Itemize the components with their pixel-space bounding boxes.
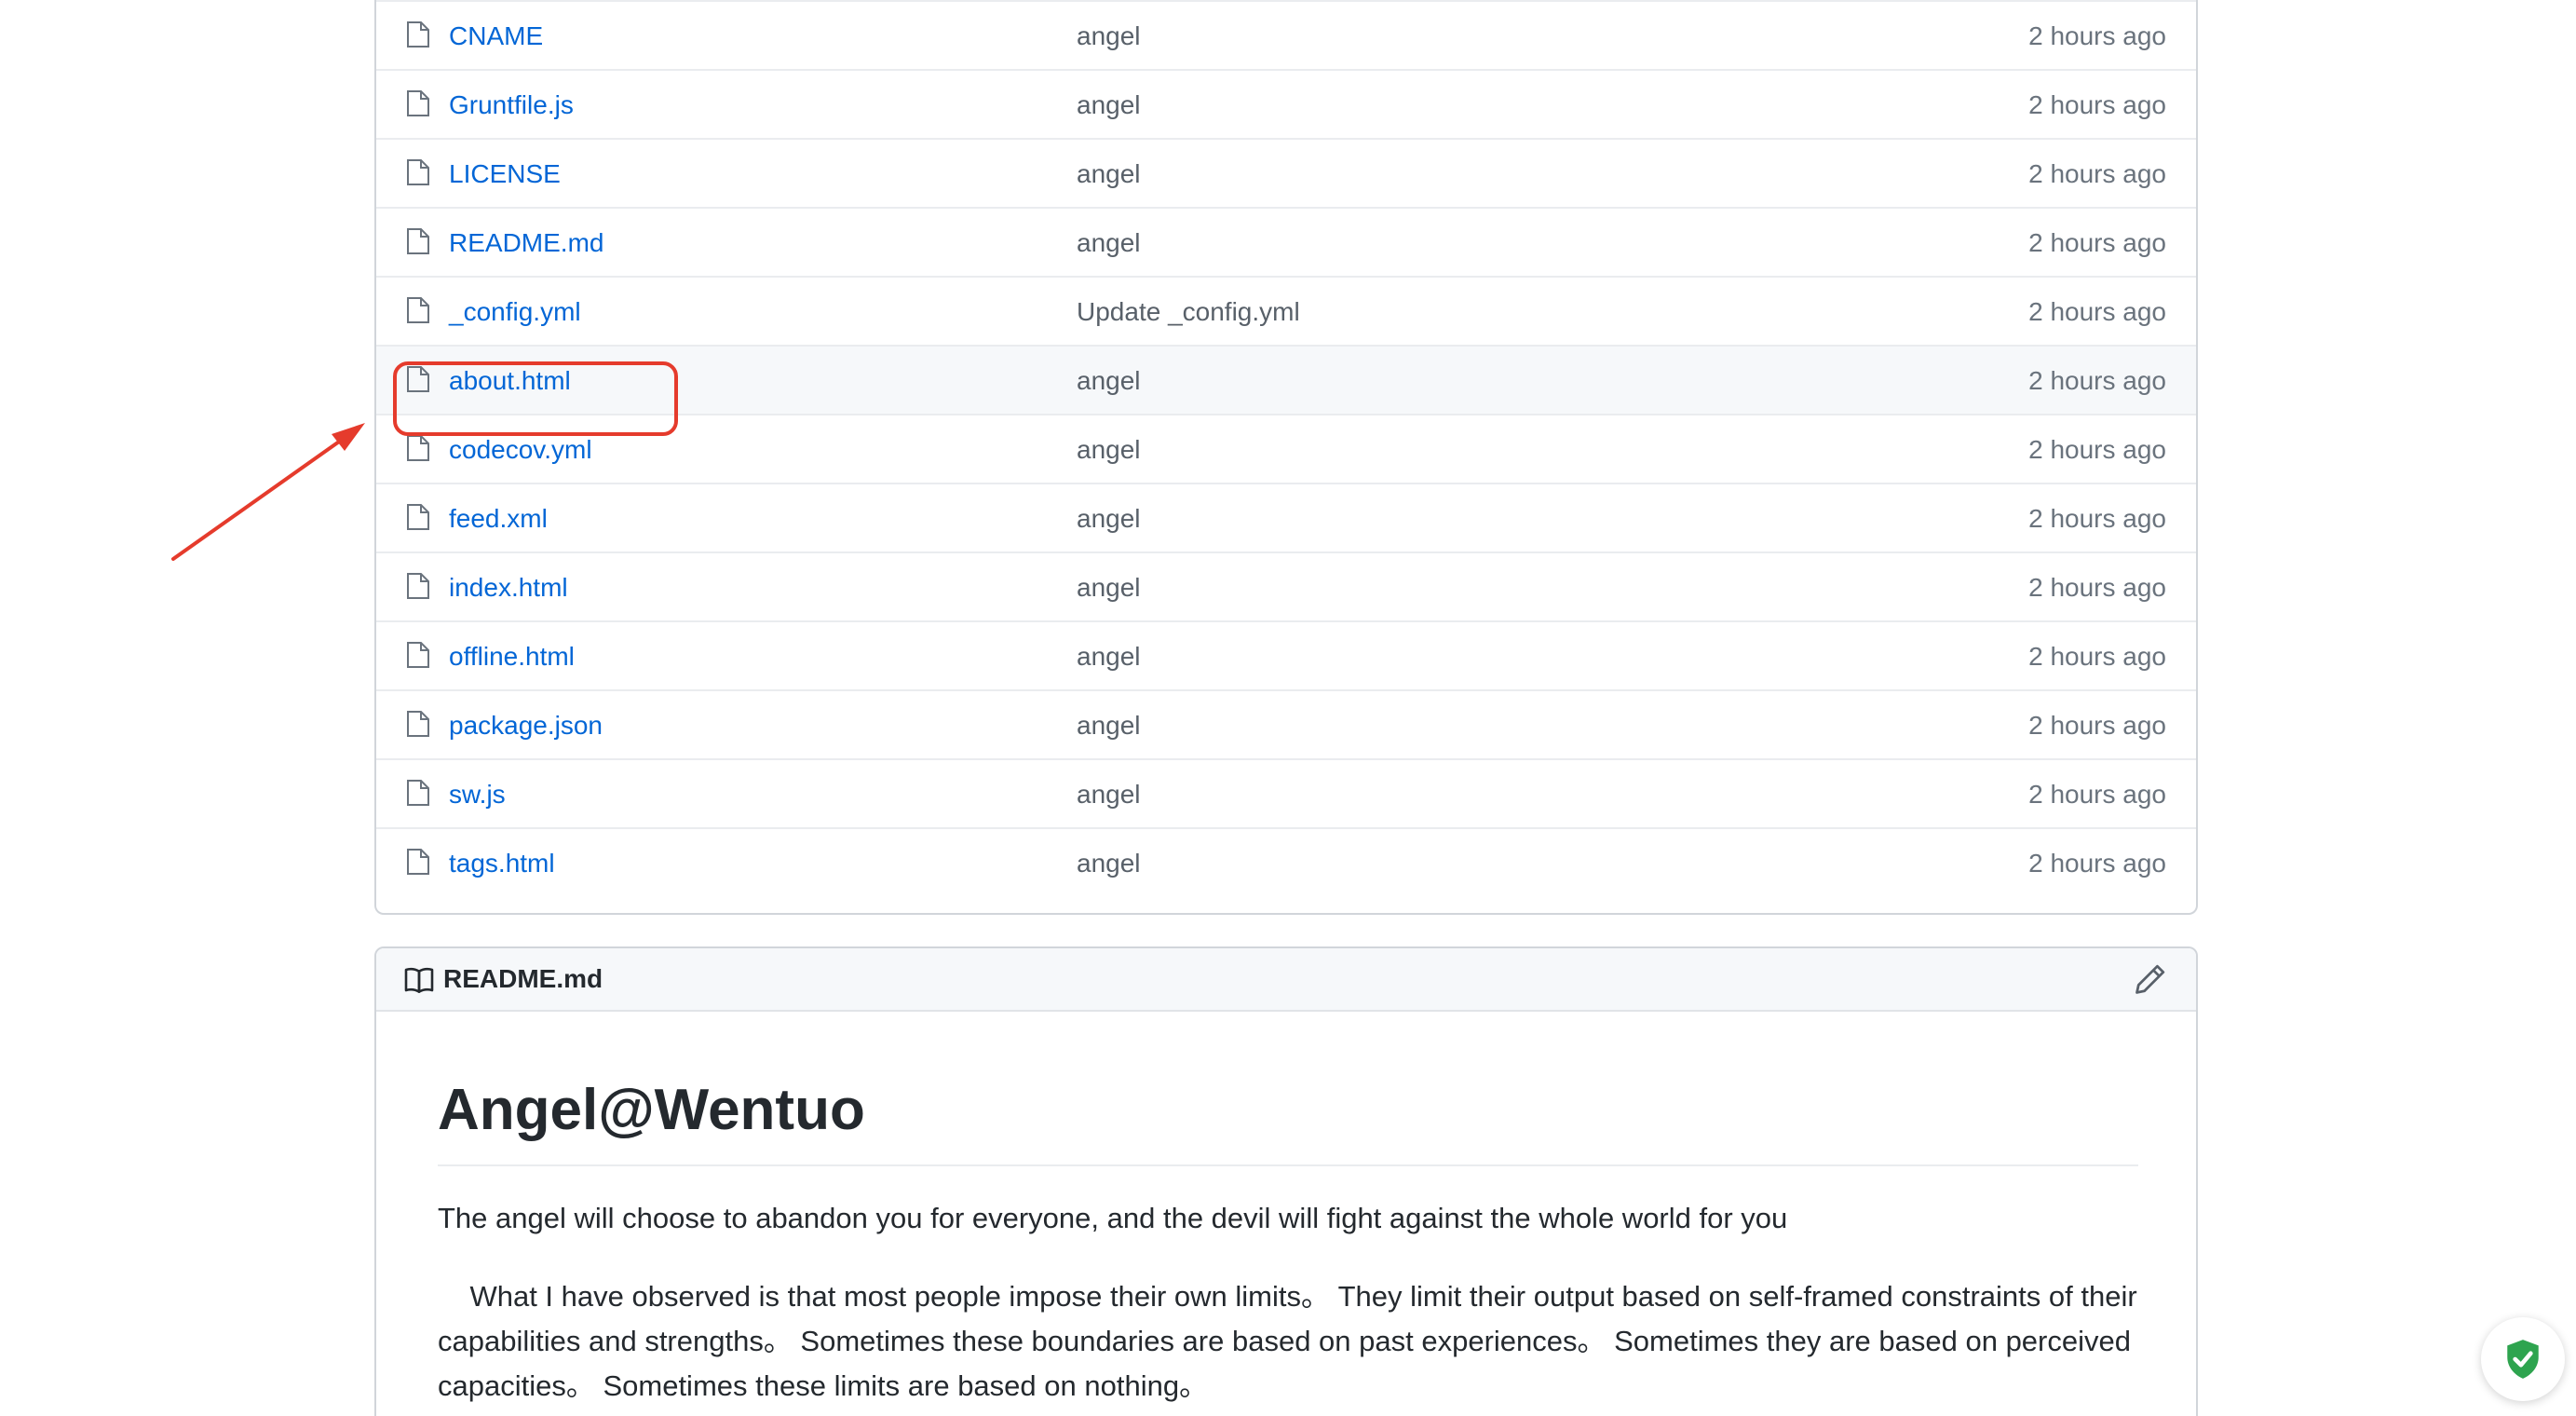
- file-name-link[interactable]: _config.yml: [449, 296, 581, 328]
- file-row-index[interactable]: index.html angel 2 hours ago: [376, 551, 2196, 620]
- file-name-link[interactable]: LICENSE: [449, 158, 561, 190]
- readme-heading: Angel@Wentuo: [438, 1078, 865, 1142]
- file-icon: [407, 90, 429, 116]
- commit-message-link[interactable]: angel: [1077, 365, 1141, 397]
- commit-age: 2 hours ago: [2028, 504, 2166, 533]
- commit-message-link[interactable]: angel: [1077, 641, 1141, 673]
- commit-age: 2 hours ago: [2028, 297, 2166, 326]
- commit-age: 2 hours ago: [2028, 21, 2166, 50]
- file-icon: [407, 297, 429, 323]
- file-icon: [407, 849, 429, 875]
- readme-paragraph: The angel will choose to abandon you for…: [438, 1202, 1788, 1234]
- file-row-feed[interactable]: feed.xml angel 2 hours ago: [376, 483, 2196, 551]
- file-icon: [407, 711, 429, 737]
- commit-message-link[interactable]: angel: [1077, 572, 1141, 604]
- file-icon: [407, 228, 429, 254]
- commit-message-link[interactable]: Update _config.yml: [1077, 296, 1300, 328]
- file-name-link[interactable]: README.md: [449, 227, 603, 259]
- commit-age: 2 hours ago: [2028, 711, 2166, 740]
- commit-age: 2 hours ago: [2028, 642, 2166, 671]
- file-name-link[interactable]: codecov.yml: [449, 434, 592, 466]
- file-icon: [407, 573, 429, 599]
- file-icon: [407, 642, 429, 668]
- commit-message-link[interactable]: angel: [1077, 20, 1141, 52]
- file-name-link[interactable]: Gruntfile.js: [449, 89, 574, 121]
- commit-message-link[interactable]: angel: [1077, 710, 1141, 742]
- shield-check-icon: [2507, 1340, 2539, 1379]
- commit-age: 2 hours ago: [2028, 849, 2166, 878]
- commit-message-link[interactable]: angel: [1077, 227, 1141, 259]
- file-name-link[interactable]: package.json: [449, 710, 603, 742]
- commit-age: 2 hours ago: [2028, 159, 2166, 188]
- file-list: CNAME angel 2 hours ago Gruntfile.js ang…: [374, 0, 2198, 915]
- file-name-link[interactable]: offline.html: [449, 641, 575, 673]
- commit-age: 2 hours ago: [2028, 90, 2166, 119]
- file-row-cname[interactable]: CNAME angel 2 hours ago: [376, 0, 2196, 69]
- file-icon: [407, 435, 429, 461]
- readme-header-title: README.md: [443, 964, 603, 993]
- commit-age: 2 hours ago: [2028, 366, 2166, 395]
- readme-panel: README.md Angel@Wentuo The angel will ch…: [374, 946, 2198, 1416]
- commit-message-link[interactable]: angel: [1077, 503, 1141, 535]
- file-row-readme[interactable]: README.md angel 2 hours ago: [376, 207, 2196, 276]
- file-name-link[interactable]: tags.html: [449, 848, 555, 879]
- commit-message-link[interactable]: angel: [1077, 848, 1141, 879]
- file-name-link[interactable]: sw.js: [449, 779, 506, 810]
- book-icon: [404, 967, 434, 993]
- commit-age: 2 hours ago: [2028, 573, 2166, 602]
- commit-message-link[interactable]: angel: [1077, 779, 1141, 810]
- commit-age: 2 hours ago: [2028, 228, 2166, 257]
- security-extension-button[interactable]: [2481, 1317, 2565, 1401]
- file-name-link[interactable]: index.html: [449, 572, 568, 604]
- file-icon: [407, 780, 429, 806]
- readme-header: README.md: [376, 948, 2196, 1012]
- commit-message-link[interactable]: angel: [1077, 158, 1141, 190]
- commit-age: 2 hours ago: [2028, 780, 2166, 809]
- commit-message-link[interactable]: angel: [1077, 89, 1141, 121]
- file-row-license[interactable]: LICENSE angel 2 hours ago: [376, 138, 2196, 207]
- file-icon: [407, 504, 429, 530]
- heading-divider: [438, 1164, 2138, 1166]
- file-row-offline[interactable]: offline.html angel 2 hours ago: [376, 620, 2196, 689]
- file-row-config[interactable]: _config.yml Update _config.yml 2 hours a…: [376, 276, 2196, 345]
- file-row-sw[interactable]: sw.js angel 2 hours ago: [376, 758, 2196, 827]
- pencil-icon[interactable]: [2135, 963, 2166, 995]
- file-name-link[interactable]: CNAME: [449, 20, 543, 52]
- file-row-gruntfile[interactable]: Gruntfile.js angel 2 hours ago: [376, 69, 2196, 138]
- file-icon: [407, 21, 429, 48]
- file-row-tags[interactable]: tags.html angel 2 hours ago: [376, 827, 2196, 896]
- annotation-highlight-box: [393, 361, 678, 436]
- commit-age: 2 hours ago: [2028, 435, 2166, 464]
- file-name-link[interactable]: feed.xml: [449, 503, 548, 535]
- file-row-package[interactable]: package.json angel 2 hours ago: [376, 689, 2196, 758]
- file-icon: [407, 159, 429, 185]
- readme-paragraph: What I have observed is that most people…: [438, 1280, 2146, 1402]
- commit-message-link[interactable]: angel: [1077, 434, 1141, 466]
